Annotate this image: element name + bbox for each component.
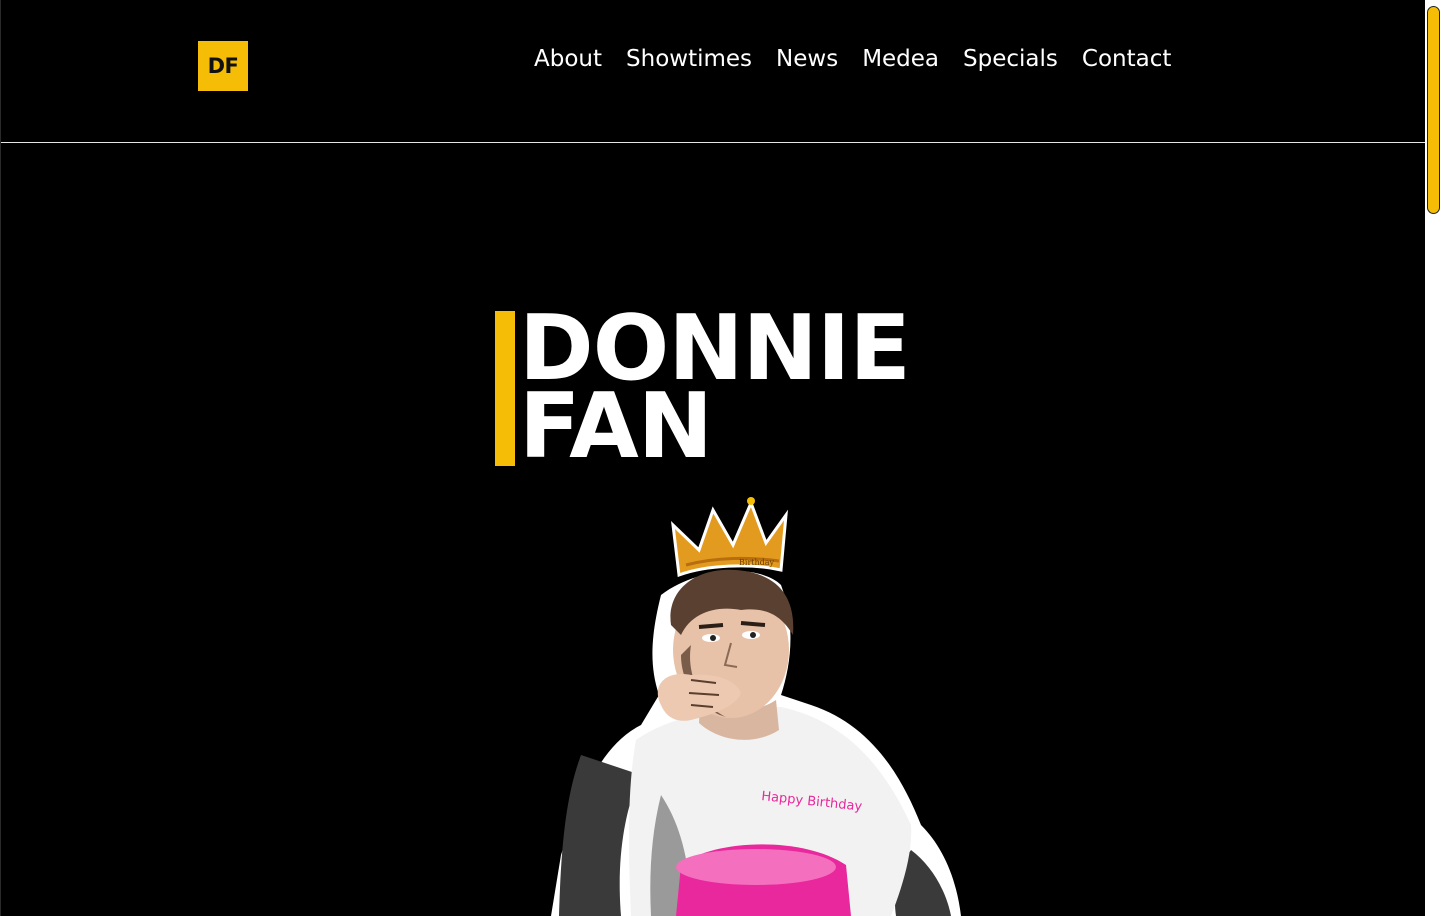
nav-showtimes[interactable]: Showtimes [626,43,752,75]
hero-portrait-illustration: Happy Birthday Birthday [541,495,971,916]
hero-accent-bar [495,311,515,466]
nav-specials[interactable]: Specials [963,43,1058,75]
nav-medea[interactable]: Medea [862,43,939,75]
hero-heading: DONNIE FAN [519,304,911,479]
logo-text: DF [207,54,239,78]
page-scrollbar[interactable] [1425,0,1443,916]
nav-contact[interactable]: Contact [1082,43,1171,75]
hero-title: DONNIE FAN [495,304,911,479]
scrollbar-thumb[interactable] [1427,6,1440,214]
page: DF About Showtimes News Medea Specials C… [0,0,1443,916]
main-nav: About Showtimes News Medea Specials Cont… [534,43,1171,75]
crown-print-text: Birthday [739,558,775,567]
nav-news[interactable]: News [776,43,838,75]
nav-about[interactable]: About [534,43,602,75]
logo-link[interactable]: DF [198,41,248,91]
site-header: DF About Showtimes News Medea Specials C… [1,0,1426,143]
hero-title-line-2: FAN [519,374,713,479]
